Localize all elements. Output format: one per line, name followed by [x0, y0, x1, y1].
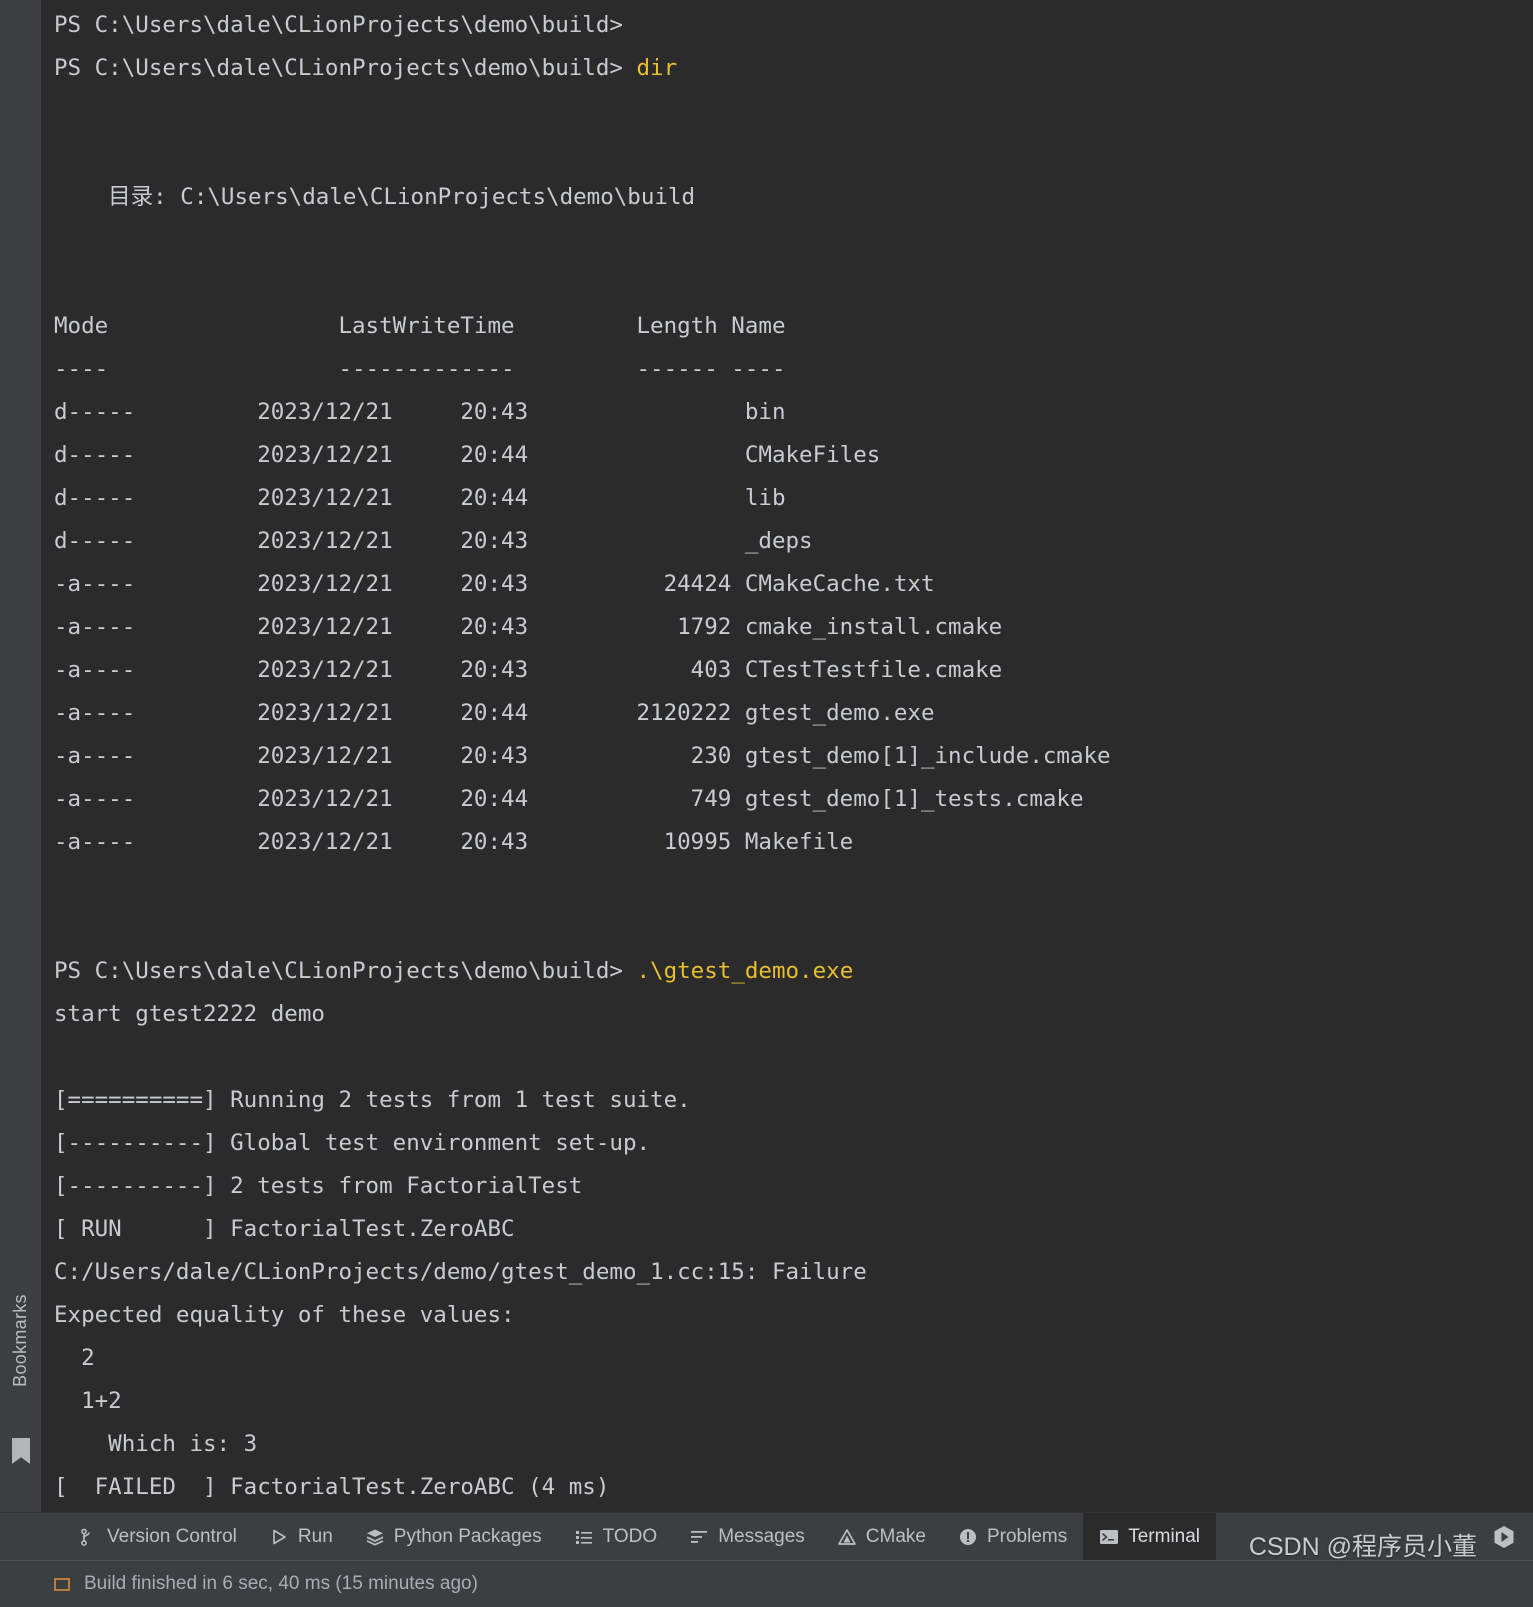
tool-window-button-run[interactable]: Run — [253, 1513, 349, 1560]
tool-window-label: Run — [297, 1525, 333, 1547]
tool-window-label: CMake — [865, 1525, 926, 1547]
terminal-line: 目录: C:\Users\dale\CLionProjects\demo\bui… — [54, 184, 696, 210]
terminal-prompt: PS C:\Users\dale\CLionProjects\demo\buil… — [54, 55, 623, 81]
terminal-line: -a---- 2023/12/21 20:43 10995 Makefile — [54, 829, 854, 855]
tool-window-button-todo[interactable]: TODO — [558, 1513, 674, 1560]
terminal-line: 2 — [54, 1345, 95, 1371]
terminal-prompt-line: PS C:\Users\dale\CLionProjects\demo\buil… — [54, 950, 1533, 993]
tool-window-bar: Version Control Run Python Packages TODO Mes… — [0, 1512, 1533, 1561]
tool-window-button-terminal[interactable]: Terminal — [1083, 1513, 1217, 1561]
terminal-line: Mode LastWriteTime Length Name — [54, 313, 786, 339]
bookmarks-label: Bookmarks — [10, 1293, 31, 1387]
tool-window-button-problems[interactable]: Problems — [942, 1513, 1083, 1560]
terminal-line: d----- 2023/12/21 20:44 CMakeFiles — [54, 442, 881, 468]
terminal-icon — [1099, 1527, 1119, 1547]
tool-window-button-messages[interactable]: Messages — [673, 1513, 821, 1560]
left-tool-rail: Bookmarks — [0, 0, 42, 1513]
terminal-line: d----- 2023/12/21 20:43 bin — [54, 399, 786, 425]
terminal-line: -a---- 2023/12/21 20:43 24424 CMakeCache… — [54, 571, 935, 597]
terminal-line: -a---- 2023/12/21 20:43 230 gtest_demo[1… — [54, 743, 1111, 769]
main-content-row: Bookmarks PS C:\Users\dale\CLionProjects… — [0, 0, 1533, 1513]
terminal-line: Which is: 3 — [54, 1431, 258, 1457]
terminal-line: d----- 2023/12/21 20:43 _deps — [54, 528, 813, 554]
terminal-line: -a---- 2023/12/21 20:44 749 gtest_demo[1… — [54, 786, 1084, 812]
cmake-triangle-icon — [837, 1527, 857, 1547]
tool-window-label: Messages — [718, 1525, 805, 1547]
services-play-icon — [1491, 1524, 1517, 1550]
terminal-line: [ FAILED ] FactorialTest.ZeroABC (4 ms) — [54, 1474, 610, 1500]
terminal-line: [ RUN ] FactorialTest.ZeroABC — [54, 1216, 515, 1242]
tool-window-button-cmake[interactable]: CMake — [821, 1513, 942, 1560]
status-bar: Build finished in 6 sec, 40 ms (15 minut… — [0, 1560, 1533, 1607]
terminal-command: dir — [622, 55, 678, 81]
warning-circle-icon — [958, 1527, 978, 1547]
terminal-prompt-line: PS C:\Users\dale\CLionProjects\demo\buil… — [54, 47, 1533, 90]
branch-icon — [78, 1527, 98, 1547]
terminal-line: Expected equality of these values: — [54, 1302, 515, 1328]
terminal-prompt: PS C:\Users\dale\CLionProjects\demo\buil… — [54, 12, 623, 38]
layers-icon — [365, 1527, 385, 1547]
terminal-line: ---- ------------- ------ ---- — [54, 356, 786, 382]
bookmark-flag-icon[interactable] — [12, 1438, 30, 1465]
terminal-line: -a---- 2023/12/21 20:43 1792 cmake_insta… — [54, 614, 1003, 640]
terminal-line: [----------] 2 tests from FactorialTest — [54, 1173, 583, 1199]
terminal-line: C:/Users/dale/CLionProjects/demo/gtest_d… — [54, 1259, 867, 1285]
terminal-prompt: PS C:\Users\dale\CLionProjects\demo\buil… — [54, 958, 623, 984]
tool-window-label: Python Packages — [393, 1525, 542, 1547]
tool-window-button-python-packages[interactable]: Python Packages — [349, 1513, 558, 1560]
terminal-prompt-line: PS C:\Users\dale\CLionProjects\demo\buil… — [54, 4, 1533, 47]
terminal-line: d----- 2023/12/21 20:44 lib — [54, 485, 786, 511]
tool-window-label: Terminal — [1128, 1525, 1201, 1547]
tool-window-button-services[interactable] — [1475, 1513, 1533, 1560]
list-icon — [574, 1527, 594, 1547]
tool-window-button-version-control[interactable]: Version Control — [62, 1513, 253, 1560]
sidebar-item-bookmarks[interactable]: Bookmarks — [0, 1260, 41, 1420]
terminal-line: [==========] Running 2 tests from 1 test… — [54, 1087, 691, 1113]
terminal-line: -a---- 2023/12/21 20:43 403 CTestTestfil… — [54, 657, 1003, 683]
status-bar-text: Build finished in 6 sec, 40 ms (15 minut… — [84, 1573, 478, 1595]
terminal-output[interactable]: PS C:\Users\dale\CLionProjects\demo\buil… — [42, 0, 1533, 1513]
terminal-line: 1+2 — [54, 1388, 122, 1414]
terminal-line: [----------] Global test environment set… — [54, 1130, 651, 1156]
terminal-line: start gtest2222 demo — [54, 1001, 325, 1027]
terminal-line: -a---- 2023/12/21 20:44 2120222 gtest_de… — [54, 700, 935, 726]
tool-window-label: Version Control — [107, 1525, 237, 1547]
tool-window-label: Problems — [986, 1525, 1068, 1547]
build-icon — [52, 1574, 72, 1594]
clion-window: Bookmarks PS C:\Users\dale\CLionProjects… — [0, 0, 1533, 1607]
play-icon — [269, 1527, 289, 1547]
tool-window-label: TODO — [602, 1525, 658, 1547]
toolbar-right-group — [1475, 1513, 1533, 1560]
terminal-command: .\gtest_demo.exe — [622, 958, 854, 984]
messages-icon — [689, 1527, 709, 1547]
